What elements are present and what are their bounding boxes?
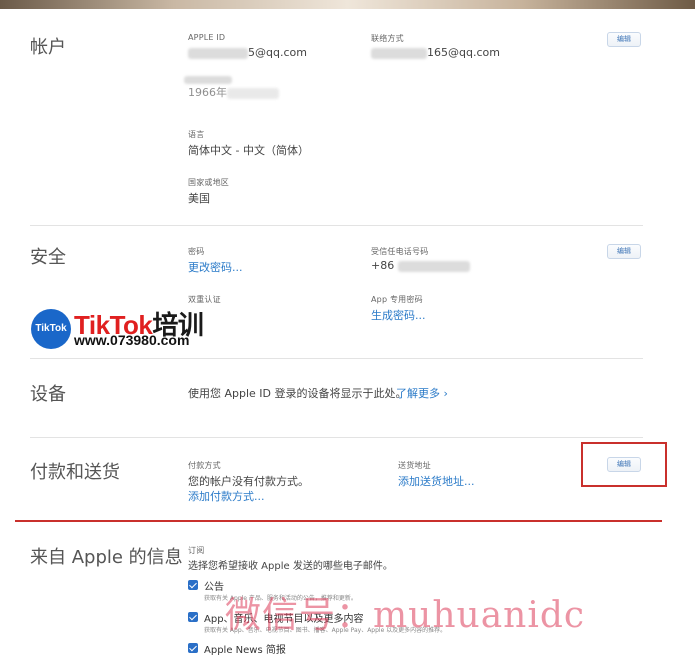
security-edit-button[interactable]: 编辑 bbox=[607, 244, 641, 259]
account-section-title: 帐户 bbox=[30, 37, 66, 58]
security-section-title: 安全 bbox=[30, 247, 66, 268]
wechat-watermark: 微信号：muhuanidc bbox=[225, 595, 586, 636]
announcements-label: 公告 bbox=[204, 582, 224, 593]
section-divider bbox=[30, 437, 643, 438]
contact-label: 联络方式 bbox=[371, 34, 404, 43]
tiktok-logo-badge: TikTok bbox=[31, 309, 71, 349]
language-label: 语言 bbox=[188, 130, 205, 139]
payment-method-label: 付款方式 bbox=[188, 461, 221, 470]
birthday-value: 1966年 bbox=[188, 84, 279, 100]
contact-value: 165@qq.com bbox=[371, 46, 500, 59]
redacted-blur bbox=[184, 76, 232, 84]
devices-description: 使用您 Apple ID 登录的设备将显示于此处。 bbox=[188, 387, 407, 400]
learn-more-link[interactable]: 了解更多 › bbox=[396, 385, 448, 401]
shipping-address-label: 送货地址 bbox=[398, 461, 431, 470]
announcements-checkbox[interactable] bbox=[188, 580, 198, 590]
generate-password-link[interactable]: 生成密码... bbox=[371, 307, 426, 323]
change-password-link[interactable]: 更改密码... bbox=[188, 259, 243, 275]
apps-music-checkbox[interactable] bbox=[188, 612, 198, 622]
password-label: 密码 bbox=[188, 247, 205, 256]
region-label: 国家或地区 bbox=[188, 178, 229, 187]
redacted-blur bbox=[371, 47, 427, 59]
app-password-label: App 专用密码 bbox=[371, 295, 423, 304]
subscription-description: 选择您希望接收 Apple 发送的哪些电子邮件。 bbox=[188, 561, 393, 572]
trusted-phone-value: +86 bbox=[371, 259, 470, 272]
language-value: 简体中文 - 中文（简体） bbox=[188, 144, 309, 157]
top-banner-strip bbox=[0, 0, 695, 9]
highlight-annotation-box bbox=[581, 442, 667, 487]
region-value: 美国 bbox=[188, 192, 210, 205]
section-divider bbox=[30, 358, 643, 359]
two-factor-label: 双重认证 bbox=[188, 295, 221, 304]
add-shipping-address-link[interactable]: 添加送货地址... bbox=[398, 473, 475, 489]
apple-news-checkbox[interactable] bbox=[188, 643, 198, 653]
redacted-blur bbox=[188, 47, 248, 59]
apple-id-value: 5@qq.com bbox=[188, 46, 307, 59]
tiktok-watermark-url: www.073980.com bbox=[74, 332, 190, 348]
redacted-blur bbox=[227, 87, 279, 99]
redacted-blur bbox=[397, 260, 470, 272]
red-annotation-line bbox=[15, 520, 662, 522]
payment-section-title: 付款和送货 bbox=[30, 462, 120, 483]
payment-method-value: 您的帐户没有付款方式。 bbox=[188, 475, 309, 488]
devices-section-title: 设备 bbox=[30, 384, 66, 405]
account-edit-button[interactable]: 编辑 bbox=[607, 32, 641, 47]
subscription-label: 订阅 bbox=[188, 546, 205, 555]
add-payment-method-link[interactable]: 添加付款方式... bbox=[188, 488, 265, 504]
section-divider bbox=[30, 225, 643, 226]
apple-news-label: Apple News 简报 bbox=[204, 645, 286, 656]
apple-id-label: APPLE ID bbox=[188, 33, 226, 42]
trusted-phone-label: 受信任电话号码 bbox=[371, 247, 429, 256]
apple-info-section-title: 来自 Apple 的信息 bbox=[30, 547, 183, 568]
